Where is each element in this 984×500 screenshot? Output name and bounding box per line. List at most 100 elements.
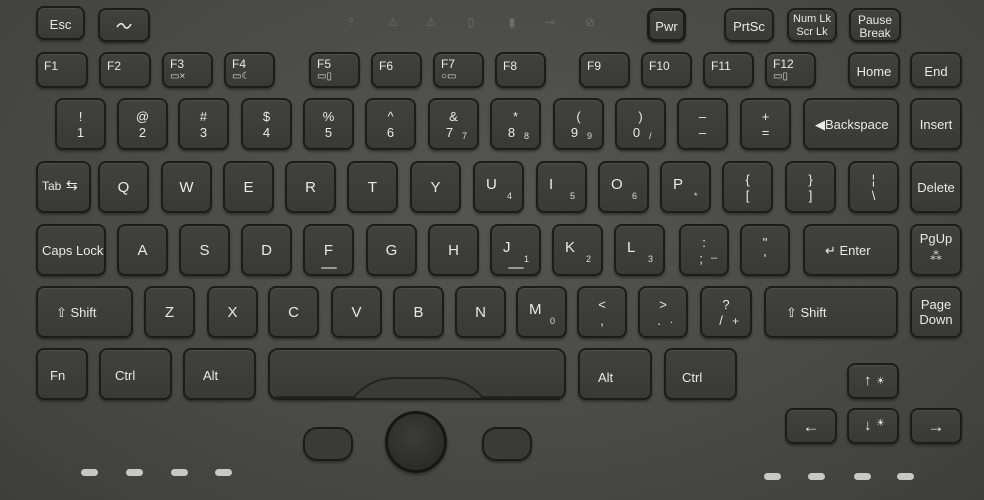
- warning-indicator-2-icon: ⚠: [425, 15, 437, 29]
- key-u[interactable]: U4: [473, 161, 524, 213]
- slash-key[interactable]: ? / +: [700, 286, 752, 338]
- insert-key-label: Insert: [919, 117, 953, 132]
- key-y[interactable]: Y: [410, 161, 461, 213]
- backspace-key[interactable]: ◀Backspace: [803, 98, 899, 150]
- key-t[interactable]: T: [347, 161, 398, 213]
- f11-key[interactable]: F11: [703, 52, 754, 88]
- f9-key[interactable]: F9: [579, 52, 630, 88]
- key-3-hash[interactable]: #3: [178, 98, 229, 150]
- key-q[interactable]: Q: [98, 161, 149, 213]
- key-k[interactable]: K2: [552, 224, 603, 276]
- key-0-label: 0: [632, 125, 641, 140]
- key-6-caret[interactable]: ^ 6: [365, 98, 416, 150]
- period-key[interactable]: > . .: [638, 286, 688, 338]
- caps-lock-key[interactable]: Caps Lock: [36, 224, 106, 276]
- key-s[interactable]: S: [179, 224, 230, 276]
- key-close-bracket[interactable]: }]: [785, 161, 836, 213]
- key-open-bracket[interactable]: {[: [722, 161, 773, 213]
- key-d[interactable]: D: [241, 224, 292, 276]
- key-o[interactable]: O6: [598, 161, 649, 213]
- f1-key[interactable]: F1: [36, 52, 88, 88]
- key-v[interactable]: V: [331, 286, 382, 338]
- insert-key[interactable]: Insert: [910, 98, 962, 150]
- key-m-numpad-label: 0: [550, 316, 556, 326]
- right-arrow-key[interactable]: →: [910, 408, 962, 444]
- f7-label: F7: [441, 57, 456, 71]
- right-mouse-button[interactable]: [482, 427, 532, 461]
- key-8-asterisk[interactable]: * 8 8: [490, 98, 541, 150]
- key-l[interactable]: L3: [614, 224, 665, 276]
- key-b[interactable]: B: [393, 286, 444, 338]
- num-lock-key[interactable]: Num Lk Scr Lk: [787, 8, 837, 42]
- key-e[interactable]: E: [223, 161, 274, 213]
- key-z[interactable]: Z: [144, 286, 195, 338]
- key-equals-plus[interactable]: + =: [740, 98, 791, 150]
- key-f[interactable]: F: [303, 224, 354, 276]
- key-i[interactable]: I5: [536, 161, 587, 213]
- pause-break-key[interactable]: Pause Break: [849, 8, 901, 42]
- f3-key[interactable]: F3 ▭×: [162, 52, 213, 88]
- fn-key[interactable]: Fn: [36, 348, 88, 400]
- comma-key[interactable]: < ,: [577, 286, 627, 338]
- space-bar[interactable]: [268, 348, 566, 400]
- key-x[interactable]: X: [207, 286, 258, 338]
- print-screen-key[interactable]: PrtSc: [724, 8, 774, 42]
- enter-key[interactable]: ↵ Enter: [803, 224, 899, 276]
- right-shift-key[interactable]: ⇧ Shift: [764, 286, 898, 338]
- key-4-dollar[interactable]: $4: [241, 98, 292, 150]
- left-arrow-key[interactable]: ←: [785, 408, 837, 444]
- page-down-key[interactable]: Page Down: [910, 286, 962, 338]
- f2-key[interactable]: F2: [99, 52, 151, 88]
- f7-key[interactable]: F7 ○▭: [433, 52, 484, 88]
- key-j[interactable]: J1: [490, 224, 541, 276]
- f4-key[interactable]: F4 ▭☾: [224, 52, 275, 88]
- slash-label: /: [719, 313, 723, 328]
- key-7-ampersand[interactable]: & 7 7: [428, 98, 479, 150]
- quote-key[interactable]: " ': [740, 224, 790, 276]
- key-n[interactable]: N: [455, 286, 506, 338]
- down-arrow-key[interactable]: ↓ ☀: [847, 408, 899, 444]
- delete-key[interactable]: Delete: [910, 161, 962, 213]
- key-n-label: N: [475, 304, 486, 321]
- up-arrow-key[interactable]: ↑ ☀: [847, 363, 899, 399]
- esc-key[interactable]: Esc: [36, 6, 85, 40]
- tilde-key[interactable]: [98, 8, 150, 42]
- pointing-stick[interactable]: [385, 411, 447, 473]
- right-alt-key[interactable]: Alt: [578, 348, 652, 400]
- semicolon-key[interactable]: : ; –: [679, 224, 729, 276]
- key-a[interactable]: A: [117, 224, 168, 276]
- key-5-percent[interactable]: % 5: [303, 98, 354, 150]
- end-key[interactable]: End: [910, 52, 962, 88]
- right-ctrl-key[interactable]: Ctrl: [664, 348, 737, 400]
- key-1-exclamation[interactable]: ! 1: [55, 98, 106, 150]
- key-l-label: L: [627, 239, 636, 256]
- left-mouse-button[interactable]: [303, 427, 353, 461]
- f5-key[interactable]: F5 ▭▯: [309, 52, 360, 88]
- left-ctrl-key[interactable]: Ctrl: [99, 348, 172, 400]
- f10-key[interactable]: F10: [641, 52, 692, 88]
- f6-key[interactable]: F6: [371, 52, 422, 88]
- f8-key[interactable]: F8: [495, 52, 546, 88]
- key-g[interactable]: G: [366, 224, 417, 276]
- key-minus-minus[interactable]: – –: [677, 98, 728, 150]
- key-w[interactable]: W: [161, 161, 212, 213]
- power-key[interactable]: Pwr: [647, 8, 686, 42]
- key-r[interactable]: R: [285, 161, 336, 213]
- esc-key-label: Esc: [49, 17, 72, 32]
- home-key[interactable]: Home: [848, 52, 900, 88]
- left-shift-key[interactable]: ⇧ Shift: [36, 286, 133, 338]
- key-m[interactable]: M0: [516, 286, 567, 338]
- page-up-key[interactable]: PgUp ⁂: [910, 224, 962, 276]
- left-alt-key[interactable]: Alt: [183, 348, 256, 400]
- key-e-label: E: [243, 179, 254, 196]
- key-c[interactable]: C: [268, 286, 319, 338]
- key-p[interactable]: P *: [660, 161, 711, 213]
- f12-key[interactable]: F12 ▭▯: [765, 52, 816, 88]
- key-2-at[interactable]: @2: [117, 98, 168, 150]
- key-h[interactable]: H: [428, 224, 479, 276]
- key-backslash[interactable]: ¦ \: [848, 161, 899, 213]
- tab-key[interactable]: Tab ⇆: [36, 161, 91, 213]
- key-ampersand-label: &: [449, 109, 458, 124]
- key-9-open-paren[interactable]: (9 9: [553, 98, 604, 150]
- key-0-close-paren[interactable]: ) 0 /: [615, 98, 666, 150]
